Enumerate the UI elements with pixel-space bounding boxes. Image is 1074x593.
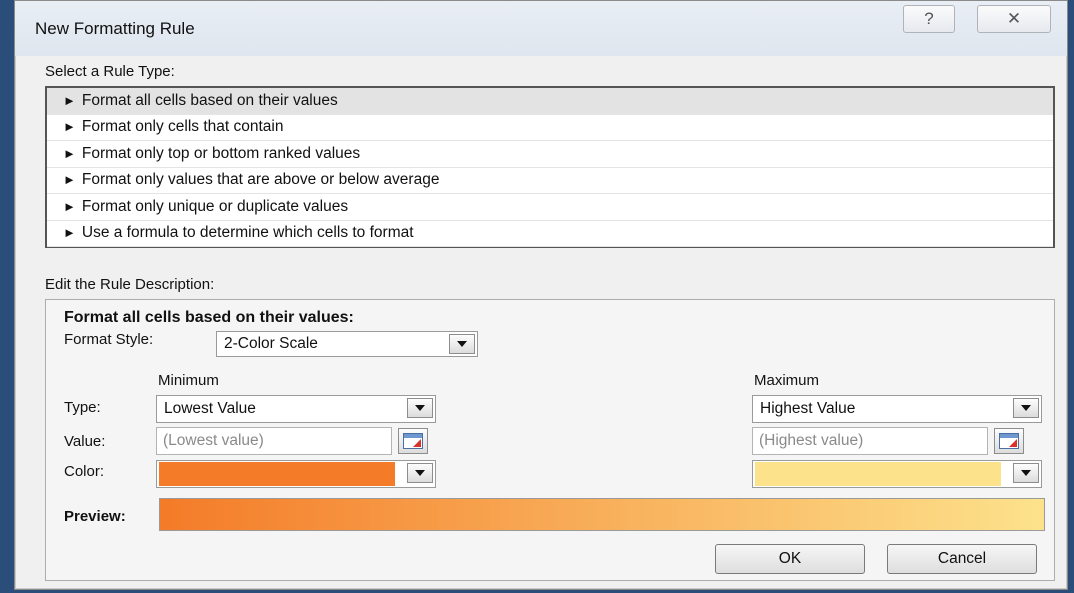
type-label: Type:: [64, 399, 101, 416]
arrow-right-icon: ►: [63, 92, 76, 108]
rule-type-item[interactable]: ► Format only unique or duplicate values: [47, 194, 1053, 221]
dialog-title: New Formatting Rule: [35, 19, 195, 38]
rule-type-item[interactable]: ► Format only top or bottom ranked values: [47, 141, 1053, 168]
cancel-button[interactable]: Cancel: [887, 544, 1037, 574]
arrow-right-icon: ►: [63, 119, 76, 135]
rule-type-item-label: Format only values that are above or bel…: [81, 171, 440, 189]
close-icon: ✕: [1006, 9, 1022, 28]
chevron-down-icon: [1021, 470, 1031, 476]
min-value-input[interactable]: (Lowest value): [156, 427, 392, 455]
rule-type-item[interactable]: ► Format all cells based on their values: [47, 88, 1053, 115]
rule-type-item[interactable]: ► Use a formula to determine which cells …: [47, 221, 1053, 247]
format-style-combo[interactable]: 2-Color Scale: [216, 331, 478, 357]
preview-gradient-bar: [159, 498, 1045, 531]
title-bar: New Formatting Rule ? ✕: [15, 1, 1067, 56]
max-type-dropdown-button[interactable]: [1013, 398, 1039, 418]
rule-type-item-label: Format only top or bottom ranked values: [81, 144, 361, 162]
arrow-right-icon: ►: [63, 172, 76, 188]
value-label: Value:: [64, 433, 106, 450]
minimum-label: Minimum: [158, 372, 219, 389]
close-button[interactable]: ✕: [977, 5, 1051, 33]
min-color-picker[interactable]: [156, 460, 436, 488]
format-style-dropdown-button[interactable]: [449, 334, 475, 354]
rule-type-item[interactable]: ► Format only values that are above or be…: [47, 168, 1053, 194]
collapse-dialog-icon: [403, 433, 423, 449]
maximum-label: Maximum: [754, 372, 820, 389]
max-color-picker[interactable]: [752, 460, 1042, 488]
rule-type-item-label: Format only cells that contain: [81, 118, 284, 136]
chevron-down-icon: [1021, 405, 1031, 411]
preview-label: Preview:: [64, 508, 126, 525]
color-label: Color:: [64, 463, 105, 480]
min-color-swatch: [159, 462, 395, 486]
rule-type-item-label: Format all cells based on their values: [81, 91, 338, 109]
min-type-value: Lowest Value: [164, 400, 256, 417]
min-type-combo[interactable]: Lowest Value: [156, 395, 436, 423]
min-value-range-picker-button[interactable]: [398, 428, 428, 454]
chevron-down-icon: [415, 470, 425, 476]
select-rule-type-label: Select a Rule Type:: [45, 63, 175, 80]
help-button[interactable]: ?: [903, 5, 955, 33]
rule-type-list[interactable]: ► Format all cells based on their values ►…: [45, 86, 1055, 248]
chevron-down-icon: [415, 405, 425, 411]
max-type-combo[interactable]: Highest Value: [752, 395, 1042, 423]
chevron-down-icon: [457, 341, 467, 347]
arrow-right-icon: ►: [63, 145, 76, 161]
max-value-range-picker-button[interactable]: [994, 428, 1024, 454]
arrow-right-icon: ►: [63, 198, 76, 214]
max-color-dropdown-button[interactable]: [1013, 463, 1039, 483]
new-formatting-rule-dialog: New Formatting Rule ? ✕ Select a Rule Ty…: [14, 0, 1068, 590]
rule-type-item[interactable]: ► Format only cells that contain: [47, 115, 1053, 141]
help-icon: ?: [924, 9, 934, 28]
rule-description-panel: Format all cells based on their values: …: [45, 299, 1055, 581]
description-heading: Format all cells based on their values:: [64, 309, 354, 326]
max-color-swatch: [755, 462, 1001, 486]
ok-button[interactable]: OK: [715, 544, 865, 574]
format-style-label: Format Style:: [64, 331, 154, 348]
format-style-value: 2-Color Scale: [224, 335, 318, 352]
min-type-dropdown-button[interactable]: [407, 398, 433, 418]
max-type-value: Highest Value: [760, 400, 856, 417]
rule-type-item-label: Use a formula to determine which cells t…: [81, 224, 414, 242]
min-color-dropdown-button[interactable]: [407, 463, 433, 483]
collapse-dialog-icon: [999, 433, 1019, 449]
arrow-right-icon: ►: [63, 225, 76, 241]
edit-rule-description-label: Edit the Rule Description:: [45, 276, 215, 293]
max-value-input[interactable]: (Highest value): [752, 427, 988, 455]
rule-type-item-label: Format only unique or duplicate values: [81, 197, 349, 215]
